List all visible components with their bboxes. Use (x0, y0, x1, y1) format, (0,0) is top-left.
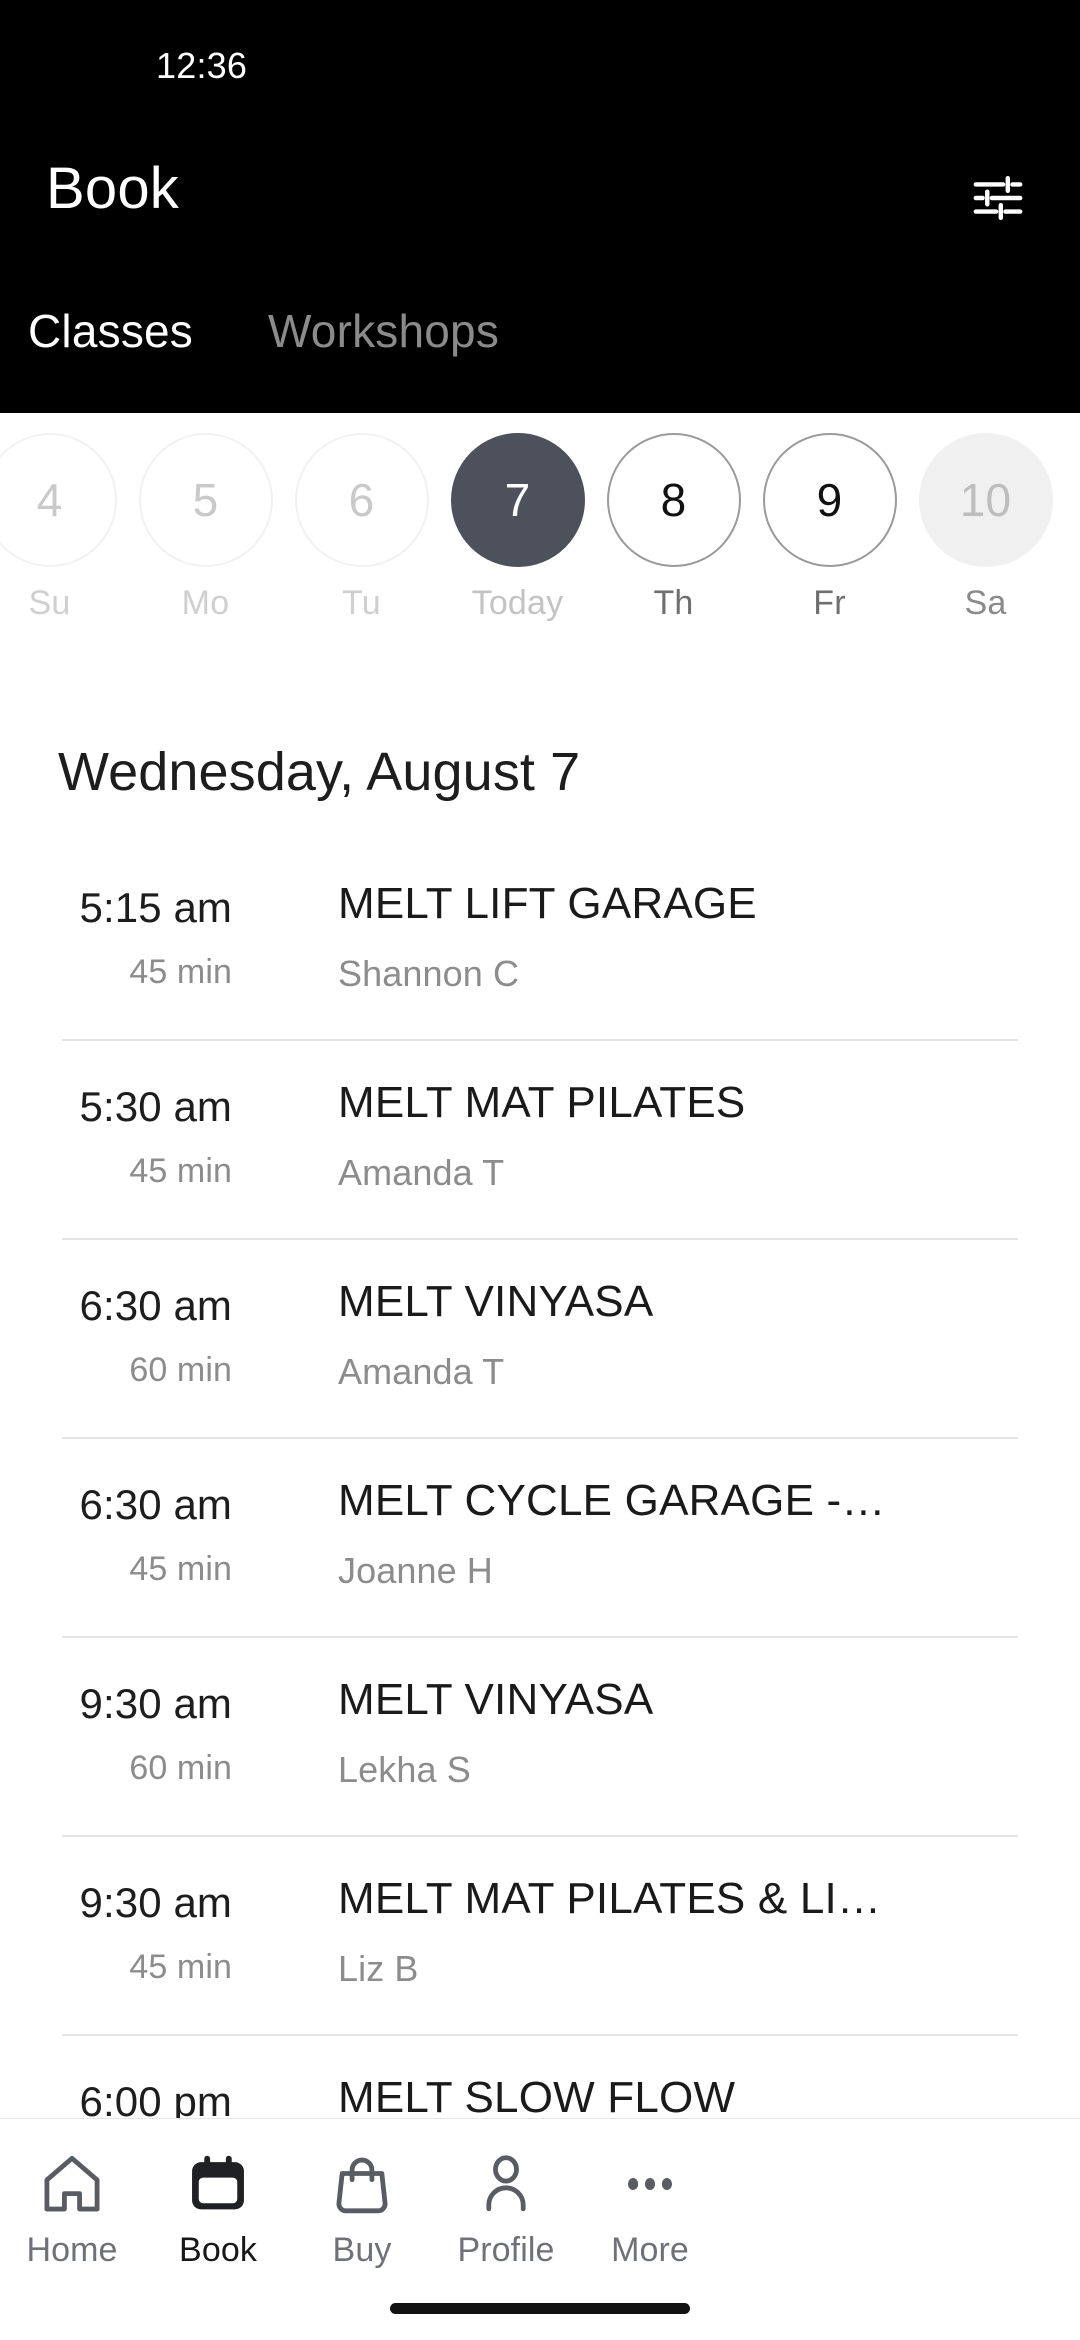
date-chip-9[interactable]: 9 Fr (752, 433, 907, 633)
date-chip-number: 6 (294, 433, 429, 567)
date-chip-label: Th (653, 584, 694, 622)
class-time: 9:30 am (79, 1680, 232, 1727)
date-chip-label: Tu (342, 584, 381, 622)
title-row: Book (0, 150, 1080, 260)
class-duration: 45 min (129, 953, 232, 991)
class-name: MELT SLOW FLOW (338, 2073, 736, 2122)
table-row[interactable]: 9:30 am 60 min MELT VINYASA Lekha S (0, 1636, 1080, 1835)
date-chip-label: Fr (813, 584, 846, 622)
class-instructor: Amanda T (338, 1351, 505, 1392)
nav-label: Buy (332, 2231, 392, 2269)
bag-icon (327, 2145, 397, 2223)
date-chip-label: Sa (964, 584, 1007, 622)
class-instructor: Lekha S (338, 1749, 471, 1790)
class-time: 6:00 pm (79, 2078, 232, 2122)
date-chip-6[interactable]: 6 Tu (284, 433, 439, 633)
app-header: 12:36 Book Classes Workshops (0, 0, 1080, 413)
class-name: MELT MAT PILATES & LI… (338, 1874, 882, 1923)
class-name: MELT LIFT GARAGE (338, 879, 757, 928)
class-time: 6:30 am (79, 1481, 232, 1528)
date-chip-label: Today (471, 584, 564, 622)
date-chip-10[interactable]: 10 Sa (908, 433, 1063, 633)
date-chip-label: Su (28, 584, 71, 622)
page-title: Book (46, 156, 179, 221)
class-time: 6:30 am (79, 1282, 232, 1329)
class-instructor: Liz B (338, 1948, 419, 1989)
home-icon (37, 2145, 107, 2223)
class-list[interactable]: 5:15 am 45 min MELT LIFT GARAGE Shannon … (0, 840, 1080, 2122)
table-row[interactable]: 5:15 am 45 min MELT LIFT GARAGE Shannon … (0, 840, 1080, 1039)
date-strip[interactable]: 4 Su 5 Mo 6 Tu 7 Today 8 Th 9 Fr 10 Sa (0, 413, 1080, 658)
person-icon (471, 2145, 541, 2223)
date-chip-8[interactable]: 8 Th (596, 433, 751, 633)
tune-sliders-icon (970, 170, 1026, 226)
class-name: MELT CYCLE GARAGE -… (338, 1476, 886, 1525)
nav-label: Home (26, 2231, 118, 2269)
class-duration: 45 min (129, 1152, 232, 1190)
table-row[interactable]: 9:30 am 45 min MELT MAT PILATES & LI… Li… (0, 1835, 1080, 2034)
nav-label: Book (179, 2231, 257, 2269)
date-chip-5[interactable]: 5 Mo (128, 433, 283, 633)
date-chip-4[interactable]: 4 Su (0, 433, 127, 633)
date-chip-number: 10 (918, 433, 1053, 567)
bottom-navigation: Home Book Buy Profile More (0, 2118, 1080, 2340)
class-instructor: Amanda T (338, 1152, 505, 1193)
date-chip-number: 4 (0, 433, 117, 567)
status-bar-clock: 12:36 (156, 45, 248, 86)
class-duration: 45 min (129, 1948, 232, 1986)
date-chip-number: 5 (138, 433, 273, 567)
dots-icon (615, 2145, 685, 2223)
home-indicator[interactable] (390, 2303, 690, 2314)
date-chip-label: Mo (181, 584, 230, 622)
table-row[interactable]: 6:30 am 60 min MELT VINYASA Amanda T (0, 1238, 1080, 1437)
date-chip-number: 9 (762, 433, 897, 567)
class-duration: 60 min (129, 1749, 232, 1787)
class-name: MELT MAT PILATES (338, 1078, 746, 1127)
class-time: 5:30 am (79, 1083, 232, 1130)
section-date-heading: Wednesday, August 7 (58, 742, 581, 802)
class-duration: 60 min (129, 1351, 232, 1389)
tab-classes[interactable]: Classes (28, 300, 193, 362)
app-screen: 12:36 Book Classes Workshops 4 Su 5 Mo 6… (0, 0, 1080, 2340)
class-duration: 45 min (129, 1550, 232, 1588)
nav-item-more[interactable]: More (542, 2145, 758, 2285)
class-instructor: Joanne H (338, 1550, 493, 1591)
class-name: MELT VINYASA (338, 1675, 654, 1724)
table-row[interactable]: 5:30 am 45 min MELT MAT PILATES Amanda T (0, 1039, 1080, 1238)
date-chip-number: 7 (450, 433, 585, 567)
date-chip-number: 8 (606, 433, 741, 567)
nav-label: Profile (457, 2231, 555, 2269)
class-time: 9:30 am (79, 1879, 232, 1926)
filter-button[interactable] (952, 152, 1044, 244)
class-instructor: Shannon C (338, 953, 520, 994)
table-row[interactable]: 6:00 pm MELT SLOW FLOW (0, 2034, 1080, 2122)
calendar-icon (183, 2145, 253, 2223)
status-bar: 12:36 (0, 0, 1080, 110)
tab-bar: Classes Workshops (0, 300, 1080, 395)
tab-workshops[interactable]: Workshops (268, 300, 499, 362)
class-time: 5:15 am (79, 884, 232, 931)
date-chip-7-today[interactable]: 7 Today (440, 433, 595, 633)
class-name: MELT VINYASA (338, 1277, 654, 1326)
nav-label: More (611, 2231, 689, 2269)
table-row[interactable]: 6:30 am 45 min MELT CYCLE GARAGE -… Joan… (0, 1437, 1080, 1636)
